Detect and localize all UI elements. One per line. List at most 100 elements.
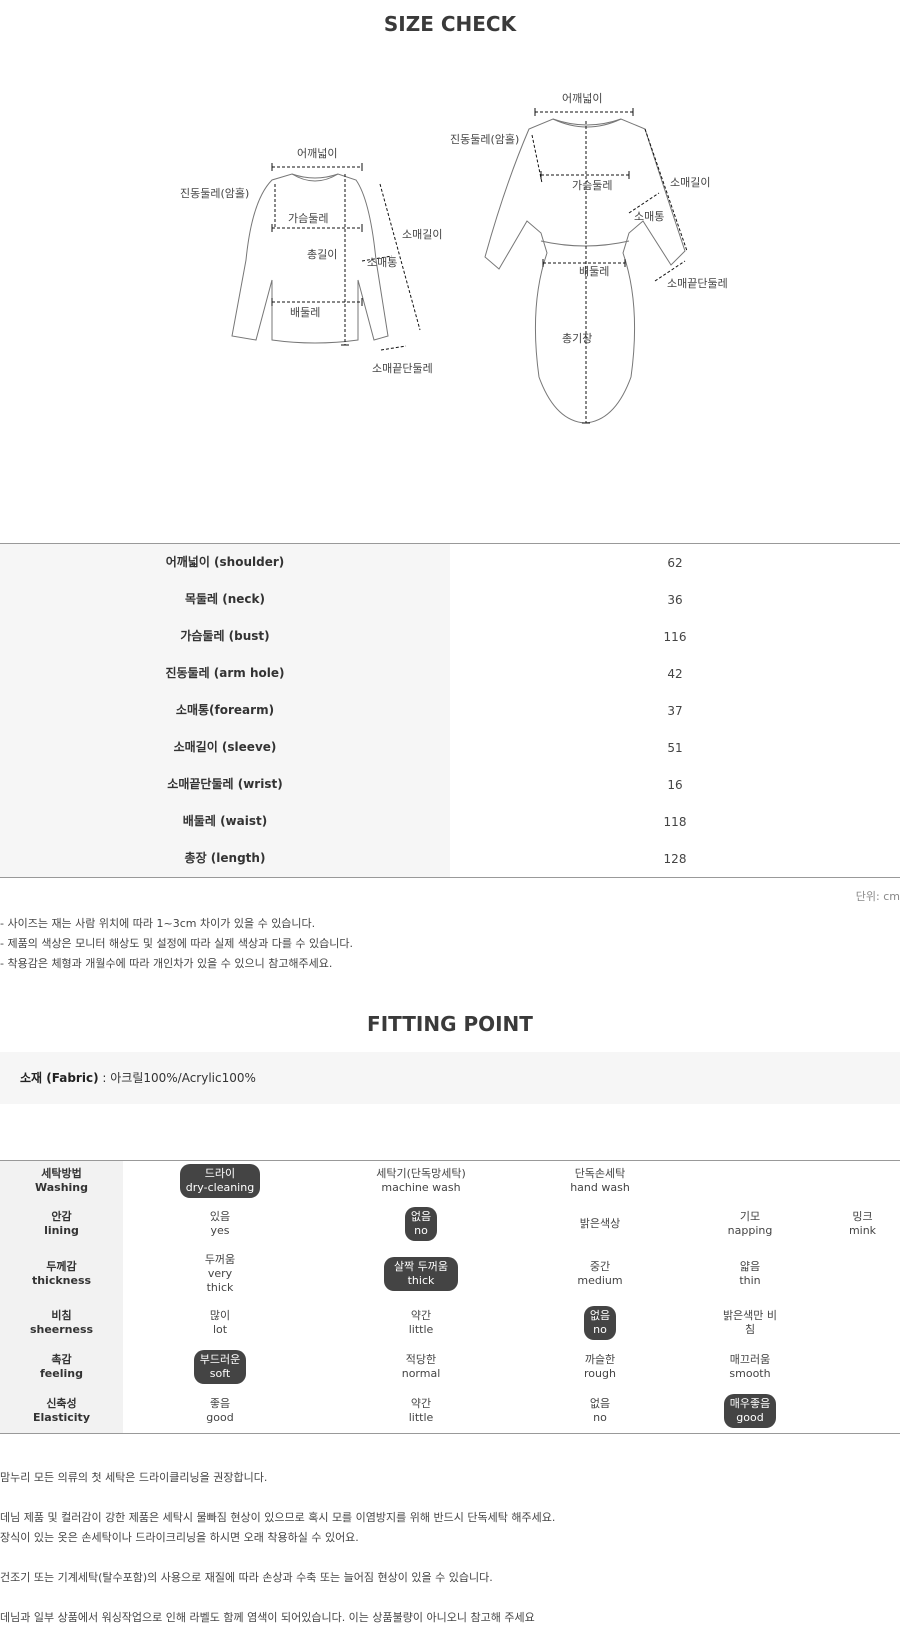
size-row: 배둘레 (waist) 118 bbox=[0, 803, 900, 840]
opt-en: little bbox=[408, 1411, 434, 1424]
fit-option: 매끄러움 smooth bbox=[675, 1350, 825, 1384]
fabric-label: 소재 (Fabric) bbox=[20, 1071, 99, 1085]
fit-option-text: 세탁기(단독망세탁) machine wash bbox=[370, 1164, 472, 1198]
opt-ko: 약간 bbox=[410, 1309, 432, 1322]
diagram-label-sleeve: 소매길이 bbox=[670, 176, 710, 189]
size-row: 진동둘레 (arm hole) 42 bbox=[0, 655, 900, 692]
fit-option-text: 많이 lot bbox=[204, 1306, 236, 1340]
fit-head-ko: 세탁방법 bbox=[41, 1167, 82, 1180]
opt-en: mink bbox=[848, 1224, 877, 1237]
fitting-point-title: FITTING POINT bbox=[367, 1012, 533, 1036]
opt-ko: 많이 bbox=[209, 1309, 231, 1322]
diagram-label-bust: 가슴둘레 bbox=[288, 212, 328, 225]
opt-en: smooth bbox=[729, 1367, 771, 1380]
diagram-label-wrist: 소매끝단둘레 bbox=[667, 277, 728, 290]
opt-en: thick bbox=[407, 1274, 435, 1287]
note-line: - 제품의 색상은 모니터 해상도 및 설정에 따라 실제 색상과 다를 수 있… bbox=[0, 937, 354, 950]
size-label: 배둘레 (waist) bbox=[0, 803, 450, 840]
dress-diagram: 어깨넓이 진동둘레(암홀) 가슴둘레 소매길이 소매통 배둘레 소매끝단둘레 총… bbox=[445, 85, 745, 425]
fit-row-washing: 세탁방법 Washing 드라이 dry-cleaning 세탁기(단독망세탁) ma… bbox=[0, 1161, 900, 1201]
fit-option: 밍크 mink bbox=[825, 1207, 900, 1241]
size-label: 가슴둘레 (bust) bbox=[0, 618, 450, 655]
sweater-diagram: 어깨넓이 진동둘레(암홀) 가슴둘레 총길이 소매통 소매길이 배둘레 소매끝단… bbox=[180, 140, 450, 390]
opt-en: very thick bbox=[206, 1267, 234, 1294]
size-row: 소매끝단둘레 (wrist) 16 bbox=[0, 766, 900, 803]
fit-option-selected: 부드러운 soft bbox=[193, 1350, 247, 1384]
fit-option-text: 없음 no bbox=[584, 1394, 616, 1428]
fit-option-selected: 매우좋음 good bbox=[723, 1394, 777, 1428]
fit-row-elasticity: 신축성 Elasticity 좋음 good 약간 little 없음 no 매우좋음 g… bbox=[0, 1389, 900, 1433]
opt-ko: 중간 bbox=[589, 1260, 611, 1273]
fit-option-text: 단독손세탁 hand wash bbox=[564, 1164, 636, 1198]
opt-en: no bbox=[593, 1411, 607, 1424]
fit-option: 좋음 good bbox=[123, 1394, 317, 1428]
fit-row-feeling: 촉감 feeling 부드러운 soft 적당한 normal 까슬한 rough 매끄… bbox=[0, 1345, 900, 1389]
opt-ko: 있음 bbox=[209, 1210, 231, 1223]
size-value: 16 bbox=[667, 777, 683, 792]
fit-option: 많이 lot bbox=[123, 1306, 317, 1340]
diagram-label-waist: 배둘레 bbox=[579, 265, 609, 278]
size-value: 128 bbox=[663, 851, 687, 866]
fit-option: 얇음 thin bbox=[675, 1257, 825, 1291]
opt-ko: 없음 bbox=[589, 1309, 611, 1322]
size-label: 총장 (length) bbox=[0, 840, 450, 877]
diagram-label-forearm: 소매통 bbox=[367, 256, 397, 269]
fit-row-lining: 안감 lining 있음 yes 없음 no 밝은색상 기모 napping 밍크 min… bbox=[0, 1201, 900, 1247]
size-notes: - 사이즈는 재는 사람 위치에 따라 1~3cm 차이가 있을 수 있습니다.… bbox=[0, 914, 353, 974]
size-value: 118 bbox=[663, 814, 687, 829]
size-label: 소매길이 (sleeve) bbox=[0, 729, 450, 766]
fit-option: 없음 no bbox=[525, 1306, 675, 1340]
opt-en: little bbox=[408, 1323, 434, 1336]
opt-ko: 밍크 bbox=[852, 1210, 873, 1223]
opt-ko: 적당한 bbox=[405, 1353, 437, 1366]
fit-option: 없음 no bbox=[525, 1394, 675, 1428]
fit-option: 살짝 두꺼움 thick bbox=[317, 1257, 525, 1291]
fit-row-thickness: 두께감 thickness 두꺼움 very thick 살짝 두꺼움 thick 중… bbox=[0, 1247, 900, 1301]
opt-ko: 까슬한 bbox=[584, 1353, 616, 1366]
size-value: 62 bbox=[667, 555, 683, 570]
care-note-line: 건조기 또는 기계세탁(탈수포함)의 사용으로 재질에 따라 손상과 수축 또는… bbox=[0, 1571, 493, 1584]
fit-option-selected: 살짝 두꺼움 thick bbox=[384, 1257, 458, 1291]
fit-option: 부드러운 soft bbox=[123, 1350, 317, 1384]
opt-ko: 좋음 bbox=[209, 1397, 231, 1410]
opt-ko: 매우좋음 bbox=[729, 1397, 771, 1410]
diagram-label-shoulder: 어깨넓이 bbox=[297, 147, 337, 160]
fit-head-ko: 촉감 bbox=[51, 1353, 72, 1366]
opt-en: no bbox=[593, 1323, 607, 1336]
diagram-label-forearm: 소매통 bbox=[634, 210, 664, 223]
opt-ko: 기모 bbox=[739, 1210, 761, 1223]
fit-head: 촉감 feeling bbox=[0, 1345, 123, 1389]
fit-head-ko: 두께감 bbox=[46, 1260, 77, 1273]
diagram-label-dress-length: 총기장 bbox=[562, 332, 592, 345]
fit-option: 단독손세탁 hand wash bbox=[525, 1164, 675, 1198]
fit-option-text: 매끄러움 smooth bbox=[723, 1350, 776, 1384]
size-value: 51 bbox=[667, 740, 683, 755]
care-note-line: 데님과 일부 상품에서 워싱작업으로 인해 라벨도 함께 염색이 되어있습니다.… bbox=[0, 1611, 535, 1624]
unit-label: 단위: cm bbox=[855, 890, 900, 903]
opt-en: lot bbox=[212, 1323, 228, 1336]
fit-option: 밝은색만 비침 bbox=[675, 1306, 825, 1340]
opt-ko: 두꺼움 bbox=[204, 1253, 236, 1266]
fit-head-ko: 비침 bbox=[51, 1309, 72, 1322]
fit-option-text: 약간 little bbox=[403, 1306, 440, 1340]
size-value: 37 bbox=[667, 703, 683, 718]
note-line: - 사이즈는 재는 사람 위치에 따라 1~3cm 차이가 있을 수 있습니다. bbox=[0, 917, 316, 930]
opt-en: no bbox=[414, 1224, 428, 1237]
diagram-label-sleeve: 소매길이 bbox=[402, 228, 442, 241]
fit-option-text: 중간 medium bbox=[571, 1257, 628, 1291]
fit-option-selected: 없음 no bbox=[404, 1207, 438, 1241]
fit-row-sheerness: 비침 sheerness 많이 lot 약간 little 없음 no 밝은색만 비침 bbox=[0, 1301, 900, 1345]
size-label: 진동둘레 (arm hole) bbox=[0, 655, 450, 692]
fit-head-en: lining bbox=[44, 1224, 79, 1237]
opt-en: yes bbox=[210, 1224, 230, 1237]
fit-head-ko: 안감 bbox=[51, 1210, 72, 1223]
care-note-line: 데님 제품 및 컬러감이 강한 제품은 세탁시 물빠짐 현상이 있으므로 혹시 … bbox=[0, 1511, 556, 1524]
opt-ko: 없음 bbox=[410, 1210, 432, 1223]
diagram-label-shoulder: 어깨넓이 bbox=[562, 92, 602, 105]
size-row: 소매길이 (sleeve) 51 bbox=[0, 729, 900, 766]
fit-option: 없음 no bbox=[317, 1207, 525, 1241]
opt-ko: 없음 bbox=[589, 1397, 611, 1410]
size-table: 어깨넓이 (shoulder) 62 목둘레 (neck) 36 가슴둘레 (bus… bbox=[0, 543, 900, 878]
size-label: 소매통(forearm) bbox=[0, 692, 450, 729]
fit-option: 드라이 dry-cleaning bbox=[123, 1164, 317, 1198]
